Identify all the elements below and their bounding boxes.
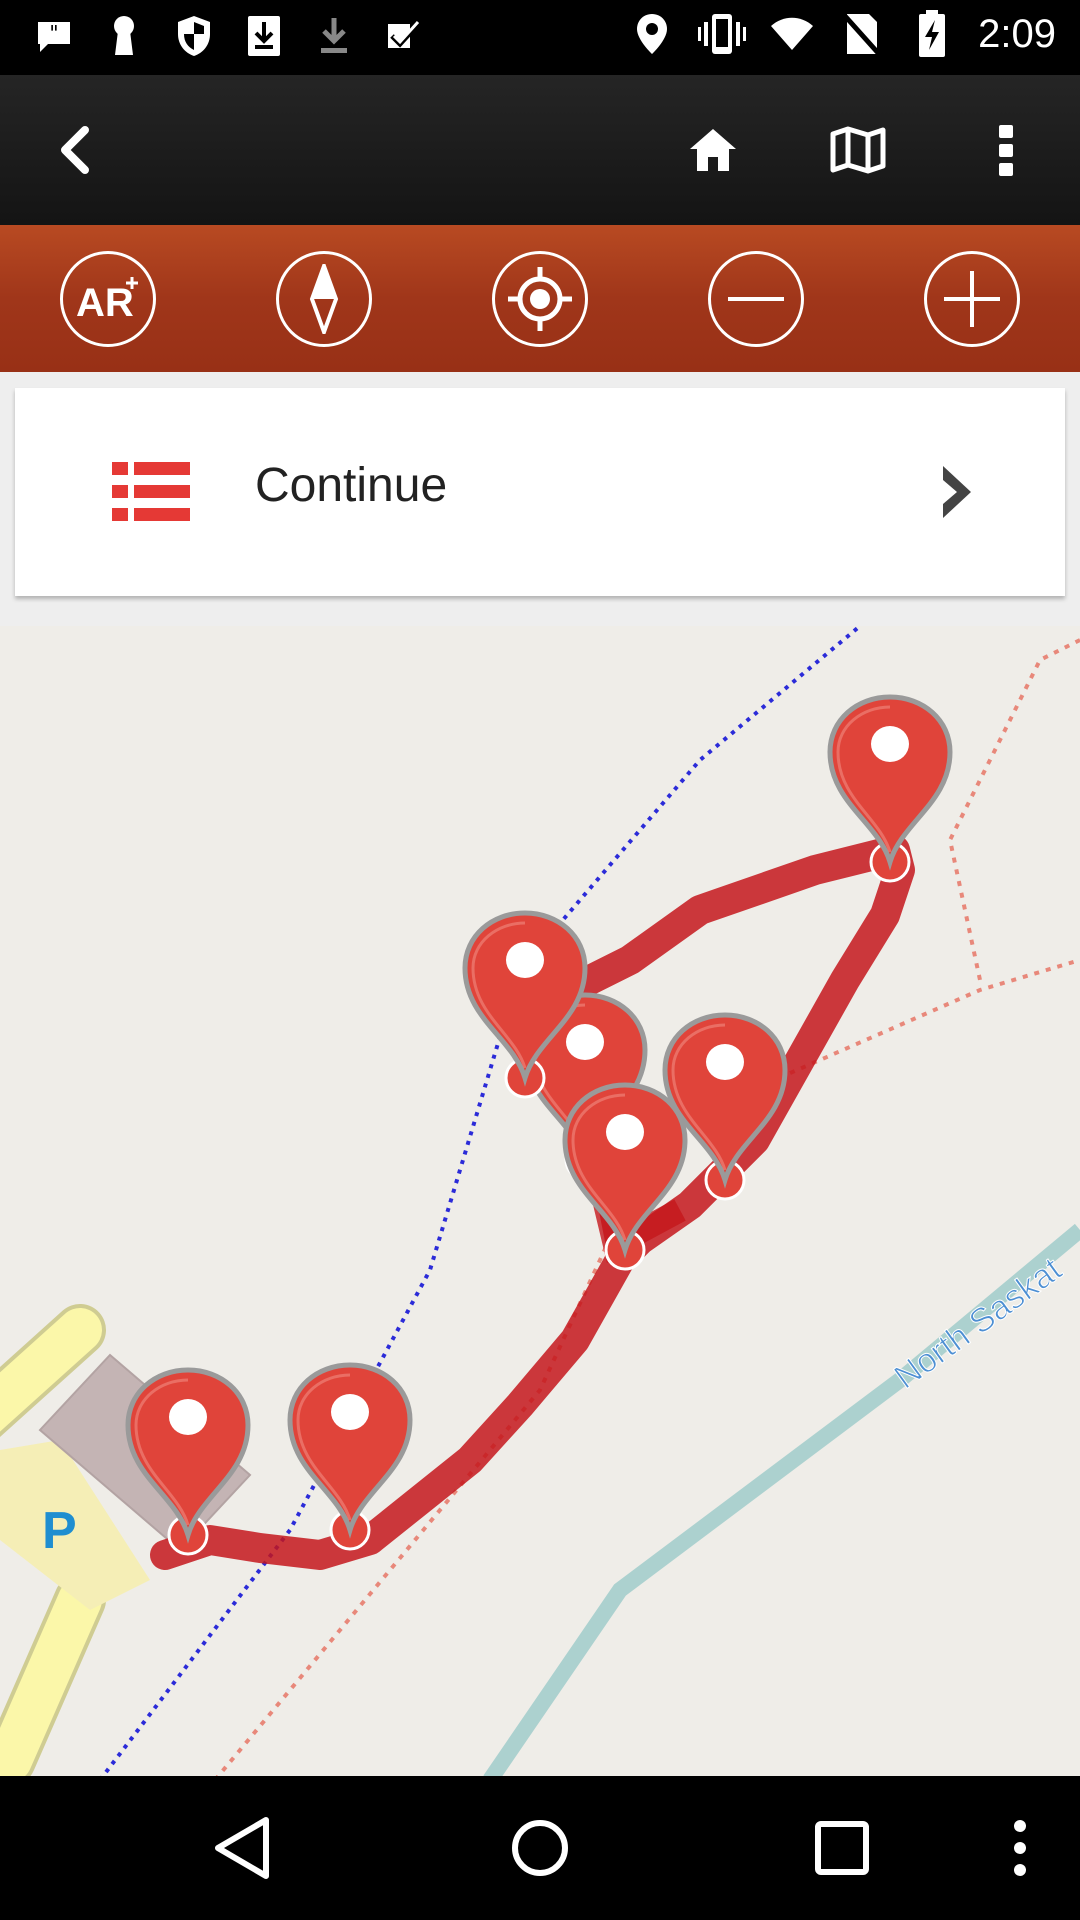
status-bar: " 2:09 (0, 0, 1080, 75)
app-bar (0, 75, 1080, 225)
chevron-right-icon (943, 466, 971, 518)
locate-button[interactable] (492, 251, 588, 347)
back-triangle-icon (215, 1817, 269, 1879)
zoom-in-icon (944, 271, 1000, 327)
no-sim-icon (838, 10, 886, 58)
zoom-out-button[interactable] (708, 251, 804, 347)
checkmark-icon (380, 12, 428, 60)
home-icon (690, 129, 736, 171)
locate-icon (508, 267, 572, 331)
map-button[interactable] (828, 75, 888, 225)
nav-back-button[interactable] (200, 1806, 284, 1890)
svg-text:": " (49, 21, 58, 45)
markers-layer (125, 694, 953, 1556)
more-options-button[interactable] (984, 75, 1028, 225)
home-button[interactable] (680, 75, 746, 225)
nav-recents-button[interactable] (800, 1806, 884, 1890)
wifi-icon (768, 10, 816, 58)
vibrate-icon (698, 10, 747, 58)
map-toolbar: AR (0, 225, 1080, 372)
more-vert-icon (999, 125, 1013, 176)
continue-card[interactable]: Continue (15, 388, 1065, 596)
home-circle-icon (512, 1820, 568, 1876)
ar-button[interactable]: AR (60, 251, 156, 347)
download-box-icon (240, 12, 288, 60)
overflow-dots-icon (1014, 1820, 1026, 1876)
ar-label: AR (76, 281, 134, 325)
status-left-icons: " (30, 12, 428, 60)
zoom-out-icon (728, 297, 784, 301)
quote-notification-icon: " (30, 12, 78, 60)
zoom-in-button[interactable] (924, 251, 1020, 347)
compass-button[interactable] (276, 251, 372, 347)
battery-charging-icon (908, 10, 956, 58)
nav-overflow-button[interactable] (978, 1806, 1062, 1890)
map-view[interactable]: P North Saskat (0, 626, 1080, 1776)
back-icon (61, 126, 89, 174)
route-marker[interactable] (287, 1362, 413, 1551)
route-marker[interactable] (827, 694, 953, 883)
compass-icon (309, 264, 339, 334)
route-marker[interactable] (125, 1367, 251, 1556)
ar-plus-icon: AR (76, 277, 138, 325)
back-button[interactable] (40, 75, 110, 225)
download-icon (310, 12, 358, 60)
list-icon (112, 462, 190, 521)
continue-label: Continue (255, 459, 448, 512)
map-icon (830, 126, 886, 174)
route-marker[interactable] (662, 1012, 788, 1201)
location-pin-icon (628, 10, 676, 58)
recents-square-icon (815, 1821, 869, 1875)
keyhole-icon (100, 12, 148, 60)
status-time: 2:09 (978, 11, 1056, 56)
nav-home-button[interactable] (498, 1806, 582, 1890)
route-marker[interactable] (562, 1082, 688, 1271)
status-right-icons: 2:09 (628, 10, 1056, 58)
navigation-bar (0, 1776, 1080, 1920)
shield-icon (170, 12, 218, 60)
